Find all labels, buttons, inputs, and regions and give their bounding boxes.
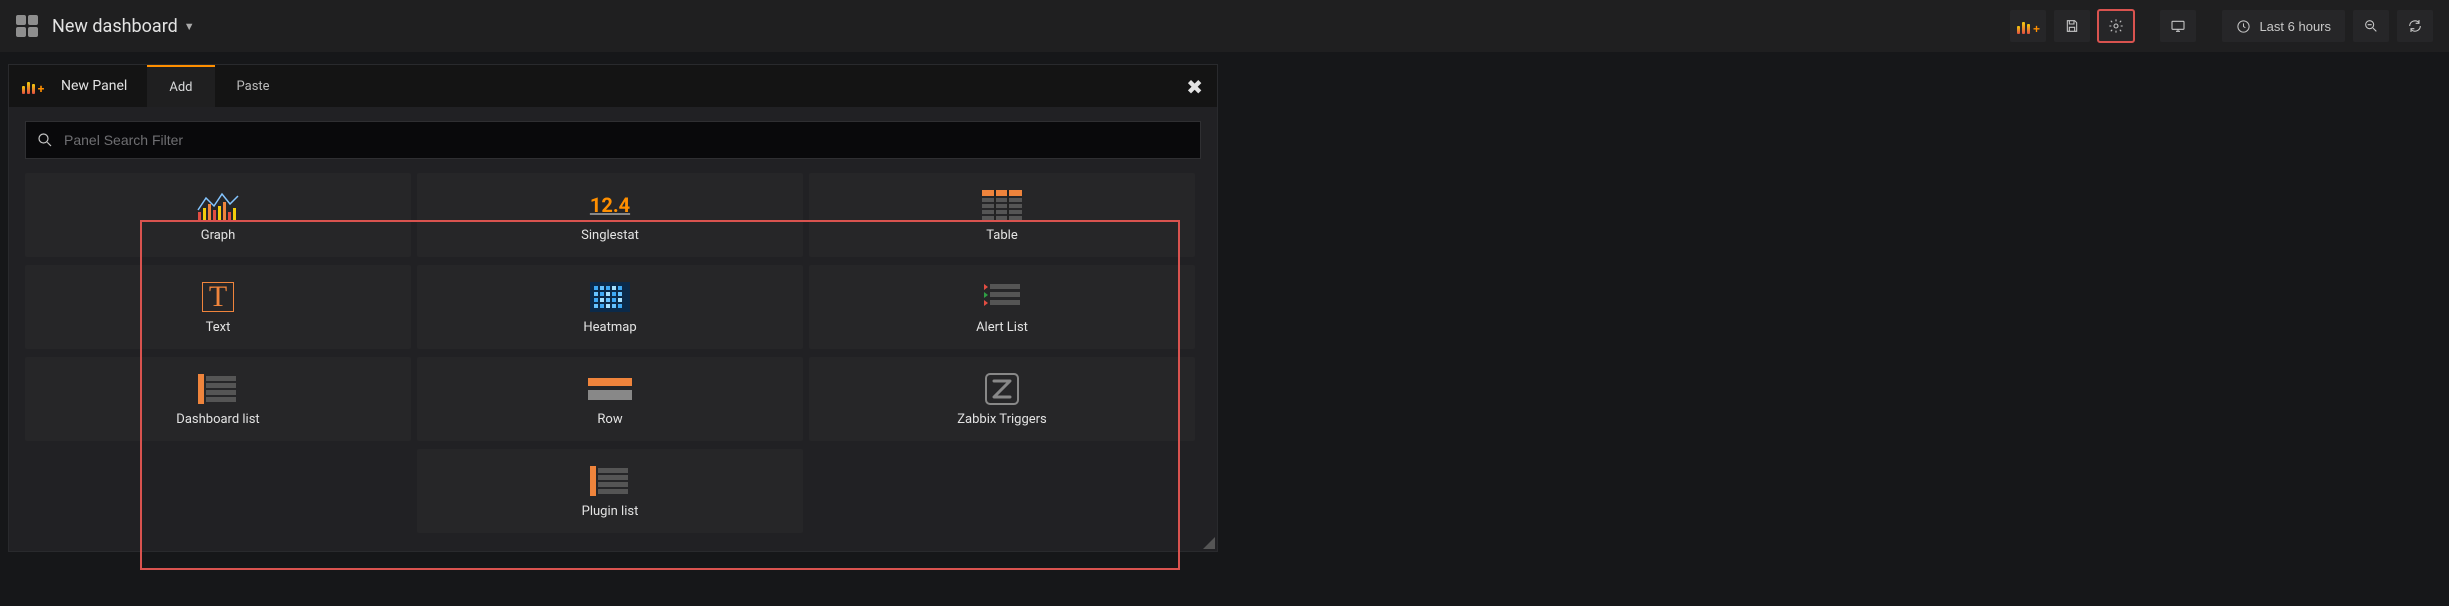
panel-type-text[interactable]: T Text — [25, 265, 411, 349]
plugin-list-icon — [588, 464, 632, 498]
panel-type-label: Plugin list — [582, 504, 639, 519]
dashboard-list-icon — [196, 372, 240, 406]
row-icon — [588, 372, 632, 406]
panel-type-label: Dashboard list — [176, 412, 259, 427]
panel-search-input[interactable] — [64, 132, 1190, 148]
main-area: + New Panel Add Paste ✖ — [0, 52, 2449, 552]
tab-add-label: Add — [169, 80, 192, 95]
panel-type-row[interactable]: Row — [417, 357, 803, 441]
settings-button[interactable] — [2098, 10, 2134, 42]
panel-body: Graph 12.4 Singlestat — [9, 169, 1217, 551]
navbar: New dashboard ▼ + Last 6 hours — [0, 0, 2449, 52]
save-icon — [2064, 18, 2080, 34]
panel-type-table[interactable]: Table — [809, 173, 1195, 257]
close-icon: ✖ — [1186, 77, 1203, 99]
panel-type-plugin-list[interactable]: Plugin list — [417, 449, 803, 533]
panel-type-heatmap[interactable]: Heatmap — [417, 265, 803, 349]
view-mode-button[interactable] — [2160, 10, 2196, 42]
dashboard-icon — [16, 15, 38, 37]
panel-type-label: Heatmap — [583, 320, 636, 335]
tab-paste[interactable]: Paste — [215, 65, 292, 107]
panel-type-alert-list[interactable]: Alert List — [809, 265, 1195, 349]
navbar-right: + Last 6 hours — [2010, 10, 2433, 42]
navbar-left: New dashboard ▼ — [16, 15, 195, 37]
dashboard-title-dropdown[interactable]: New dashboard ▼ — [52, 16, 195, 37]
tab-add[interactable]: Add — [147, 65, 214, 107]
add-panel-button[interactable]: + — [2010, 10, 2046, 42]
panel-editor-title: New Panel — [57, 78, 147, 94]
time-range-button[interactable]: Last 6 hours — [2222, 10, 2345, 42]
panel-type-label: Row — [597, 412, 622, 427]
panel-type-grid[interactable]: Graph 12.4 Singlestat — [25, 173, 1201, 535]
zoom-out-icon — [2363, 18, 2379, 34]
add-panel-icon: + — [2017, 18, 2040, 34]
singlestat-icon: 12.4 — [588, 188, 632, 222]
monitor-icon — [2170, 18, 2186, 34]
dashboard-title: New dashboard — [52, 16, 178, 37]
panel-type-label: Table — [986, 228, 1017, 243]
table-icon — [980, 188, 1024, 222]
resize-handle[interactable] — [1203, 537, 1215, 549]
panel-type-label: Singlestat — [581, 228, 639, 243]
panel-type-singlestat[interactable]: 12.4 Singlestat — [417, 173, 803, 257]
panel-type-zabbix-triggers[interactable]: Zabbix Triggers — [809, 357, 1195, 441]
panel-editor-icon: + — [22, 78, 45, 94]
gear-icon — [2108, 18, 2124, 34]
panel-editor-tabs: + New Panel Add Paste ✖ — [9, 65, 1217, 107]
panel-type-graph[interactable]: Graph — [25, 173, 411, 257]
zabbix-icon — [980, 372, 1024, 406]
panel-type-label: Zabbix Triggers — [957, 412, 1047, 427]
time-range-label: Last 6 hours — [2259, 19, 2331, 34]
alert-list-icon — [980, 280, 1024, 314]
heatmap-icon — [588, 280, 632, 314]
close-panel-editor-button[interactable]: ✖ — [1186, 75, 1203, 100]
panel-type-label: Alert List — [976, 320, 1028, 335]
text-icon: T — [196, 280, 240, 314]
panel-type-label: Graph — [201, 228, 236, 243]
search-icon — [36, 131, 54, 149]
clock-icon — [2236, 19, 2251, 34]
panel-type-label: Text — [206, 320, 231, 335]
refresh-button[interactable] — [2397, 10, 2433, 42]
tab-paste-label: Paste — [237, 79, 270, 94]
panel-editor: + New Panel Add Paste ✖ — [8, 64, 1218, 552]
panel-type-dashboard-list[interactable]: Dashboard list — [25, 357, 411, 441]
caret-down-icon: ▼ — [184, 20, 195, 33]
graph-icon — [196, 188, 240, 222]
refresh-icon — [2407, 18, 2423, 34]
zoom-out-button[interactable] — [2353, 10, 2389, 42]
panel-search-row — [25, 121, 1201, 159]
save-button[interactable] — [2054, 10, 2090, 42]
